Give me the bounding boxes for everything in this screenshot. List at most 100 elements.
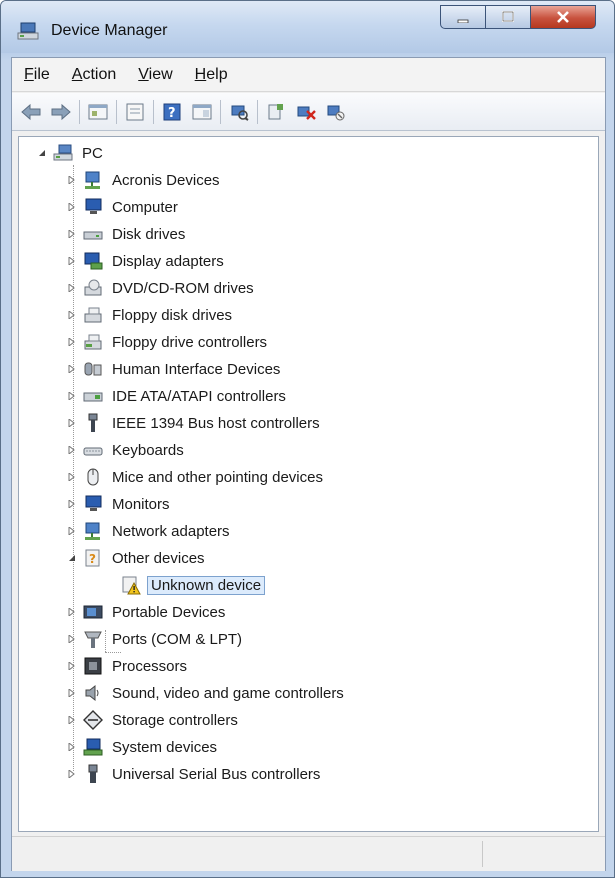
expand-triangle-icon[interactable] [67,742,77,752]
tree-node-category[interactable]: Keyboards [67,438,187,462]
processor-icon [83,656,103,676]
tree-node-label: Portable Devices [112,603,226,621]
expand-triangle-icon[interactable] [67,310,77,320]
expand-triangle-icon[interactable] [67,229,77,239]
tree-node-unknown-device[interactable]: Unknown device [121,573,266,597]
tree-node-category[interactable]: Computer [67,195,181,219]
tree-node-category[interactable]: System devices [67,735,220,759]
expand-triangle-icon[interactable] [67,364,77,374]
tree-connector [105,652,121,653]
device-manager-window: Device Manager File Action View Help ? P… [0,0,615,878]
tree-node-category[interactable]: Floppy drive controllers [67,330,270,354]
uninstall-button[interactable] [293,99,319,125]
tree-node-label: Computer [112,198,178,216]
expand-triangle-icon[interactable] [67,499,77,509]
tree-node-category[interactable]: Ports (COM & LPT) [67,627,245,651]
tree-node-category[interactable]: Human Interface Devices [67,357,283,381]
tree-node-label: Display adapters [112,252,224,270]
tree-node-label: Processors [112,657,188,675]
update-driver-button[interactable] [263,99,289,125]
monitor-icon [83,494,103,514]
tree-node-label: Floppy drive controllers [112,333,268,351]
close-button[interactable] [531,5,596,29]
tree-node-category-expanded[interactable]: ? Other devices [67,546,208,570]
tree-node-category[interactable]: Disk drives [67,222,188,246]
uninstall-icon [297,106,316,120]
maximize-button[interactable] [486,5,531,29]
forward-button[interactable] [48,99,74,125]
tree-node-root[interactable]: PC [37,141,106,165]
tree-node-label: Human Interface Devices [112,360,281,378]
tree-node-category[interactable]: DVD/CD-ROM drives [67,276,257,300]
tree-node-category[interactable]: IDE ATA/ATAPI controllers [67,384,289,408]
back-button[interactable] [18,99,44,125]
tree-node-category[interactable]: IEEE 1394 Bus host controllers [67,411,323,435]
usb-icon [83,764,103,784]
tree-node-label: Keyboards [112,441,184,459]
menu-file[interactable]: File [24,66,50,84]
details-grid-icon [192,104,212,119]
menu-help[interactable]: Help [195,66,228,84]
tree-node-category[interactable]: Storage controllers [67,708,241,732]
minimize-icon [456,8,470,27]
expand-triangle-icon[interactable] [67,526,77,536]
expand-triangle-icon[interactable] [67,391,77,401]
tree-node-label: Unknown device [147,575,266,595]
tree-node-category[interactable]: Mice and other pointing devices [67,465,326,489]
properties-icon [126,103,144,120]
tree-node-category[interactable]: Universal Serial Bus controllers [67,762,323,786]
network-icon [83,521,103,541]
expand-triangle-icon[interactable] [67,175,77,185]
expand-triangle-icon[interactable] [67,715,77,725]
tree-node-label: PC [82,144,103,162]
tree-node-category[interactable]: Monitors [67,492,173,516]
tree-node-category[interactable]: Floppy disk drives [67,303,235,327]
expand-triangle-icon[interactable] [67,472,77,482]
expand-triangle-icon[interactable] [67,634,77,644]
menu-accelerator: A [71,65,83,83]
menu-view[interactable]: View [138,66,172,84]
svg-text:?: ? [168,106,176,121]
disable-button[interactable] [323,99,349,125]
properties-button[interactable] [122,99,148,125]
help-button[interactable]: ? [159,99,185,125]
expand-triangle-icon[interactable] [67,283,77,293]
tree-node-category[interactable]: Network adapters [67,519,233,543]
action-pane-button[interactable] [189,99,215,125]
scan-hardware-icon [231,105,249,121]
expand-triangle-icon[interactable] [67,256,77,266]
storage-controller-icon [83,710,103,730]
expand-triangle-icon[interactable] [67,769,77,779]
device-tree[interactable]: PC Acronis Devices Computer Disk drives [18,136,599,832]
tree-node-label: System devices [112,738,218,756]
menu-label: ile [33,65,50,83]
dvd-drive-icon [83,278,103,298]
scan-hardware-button[interactable] [226,99,252,125]
expand-triangle-icon[interactable] [67,607,77,617]
expand-triangle-icon[interactable] [67,688,77,698]
expand-triangle-icon[interactable] [67,445,77,455]
expand-triangle-icon[interactable] [67,337,77,347]
title-bar[interactable]: Device Manager [1,1,614,53]
tree-node-category[interactable]: Display adapters [67,249,227,273]
tree-node-category[interactable]: Processors [67,654,190,678]
properties-grid-icon [88,104,108,119]
expand-triangle-icon[interactable] [67,661,77,671]
toolbar-separator [116,99,117,124]
collapse-triangle-icon[interactable] [67,553,77,563]
tree-node-label: DVD/CD-ROM drives [112,279,254,297]
expand-triangle-icon[interactable] [67,418,77,428]
keyboard-icon [83,440,103,460]
svg-text:?: ? [89,552,96,566]
tree-node-label: Ports (COM & LPT) [112,630,243,648]
menu-action[interactable]: Action [72,66,116,84]
tree-node-label: Network adapters [112,522,230,540]
collapse-triangle-icon[interactable] [37,148,47,158]
tree-node-category[interactable]: Sound, video and game controllers [67,681,347,705]
expand-triangle-icon[interactable] [67,202,77,212]
tree-node-category[interactable]: Acronis Devices [67,168,223,192]
tree-node-category[interactable]: Portable Devices [67,600,228,624]
show-hide-tree-button[interactable] [85,99,111,125]
minimize-button[interactable] [440,5,486,29]
update-driver-icon [268,103,283,119]
